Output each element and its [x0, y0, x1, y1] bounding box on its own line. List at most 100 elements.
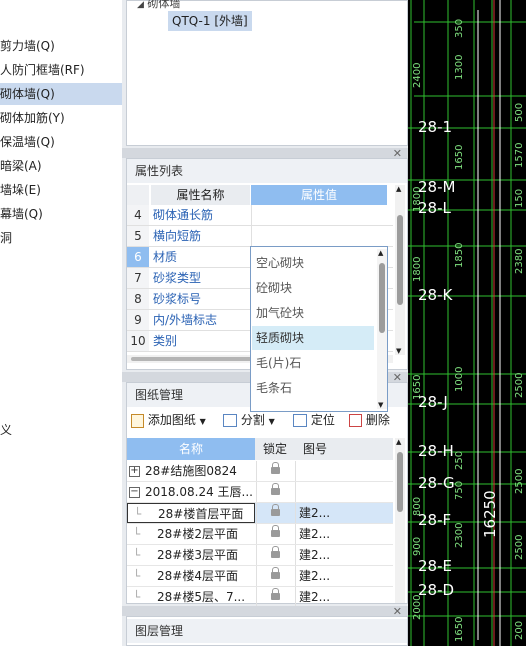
col-property-name: 属性名称 — [151, 185, 250, 205]
lock-cell[interactable] — [256, 566, 295, 586]
split-icon — [223, 414, 237, 427]
row-number: 7 — [127, 268, 149, 288]
locate-icon — [293, 414, 307, 427]
row-number: 4 — [127, 205, 149, 225]
dimension-label: 2500 — [514, 372, 525, 398]
panel-splitter[interactable]: ✕ — [122, 606, 408, 618]
vertical-scrollbar[interactable]: ▲ — [395, 438, 405, 603]
property-value[interactable] — [251, 226, 388, 246]
lock-icon[interactable] — [271, 504, 280, 516]
lock-cell[interactable] — [256, 524, 295, 544]
lock-cell[interactable] — [256, 482, 295, 502]
drawing-no — [295, 482, 339, 502]
lock-cell[interactable] — [256, 545, 295, 565]
property-row[interactable]: 4 砌体通长筋 — [127, 205, 393, 226]
scroll-thumb[interactable] — [379, 263, 385, 333]
layer-management-title: 图层管理 — [127, 619, 407, 643]
nav-item-curtain-wall[interactable]: 幕墙(Q) — [0, 203, 122, 225]
scroll-down-icon[interactable]: ▼ — [378, 401, 383, 409]
nav-item-wall-pier[interactable]: 墙垛(E) — [0, 179, 122, 201]
lock-cell[interactable] — [256, 587, 295, 607]
cad-drawing-canvas[interactable]: 350 1300 2400 1800 1650 1850 1800 1000 1… — [408, 0, 526, 646]
delete-button[interactable]: 删除 — [349, 409, 390, 431]
drawing-row[interactable]: └ 28#楼2层平面 建2... — [127, 524, 393, 545]
dimension-label: 200 — [514, 620, 525, 640]
property-name: 砌体通长筋 — [153, 208, 214, 222]
dimension-label: 2500 — [514, 534, 525, 560]
nav-item-masonry-wall[interactable]: 砌体墙(Q) — [0, 83, 122, 105]
collapse-icon[interactable]: − — [129, 487, 140, 498]
dropdown-option-highlighted[interactable]: 轻质砌块 — [252, 326, 374, 350]
drawing-row[interactable]: └ 28#楼3层平面 建2... — [127, 545, 393, 566]
drawing-group-row[interactable]: − 2018.08.24 王唇... — [127, 482, 393, 503]
lock-icon[interactable] — [271, 546, 280, 558]
property-name: 类别 — [153, 334, 178, 348]
header-num-cell — [127, 185, 149, 205]
add-drawing-button[interactable]: 添加图纸 ▼ — [131, 409, 206, 431]
lock-icon[interactable] — [271, 483, 280, 495]
locate-button[interactable]: 定位 — [293, 409, 335, 431]
nav-item-civil-defense-door-frame-wall[interactable]: 人防门框墙(RF) — [0, 59, 122, 81]
nav-item-masonry-reinforcement[interactable]: 砌体加筋(Y) — [0, 107, 122, 129]
tree-line: └ — [133, 590, 141, 604]
dropdown-option[interactable]: 空心砌块 — [252, 251, 374, 275]
drawing-name-cell: └ 28#楼2层平面 — [127, 524, 255, 544]
dropdown-scrollbar[interactable]: ▲ ▼ — [377, 249, 387, 409]
panel-splitter[interactable]: ✕ — [122, 148, 408, 160]
dropdown-option[interactable]: 加气砼块 — [252, 301, 374, 325]
scroll-thumb[interactable] — [397, 452, 403, 512]
vertical-scrollbar[interactable]: ▲ ▼ — [395, 185, 405, 355]
drawing-row-selected[interactable]: └ 28#楼首层平面 建2... — [127, 503, 393, 524]
dimension-label: 2500 — [514, 468, 525, 494]
drawing-no — [295, 461, 339, 481]
scroll-up-icon[interactable]: ▲ — [396, 438, 401, 446]
dimension-label: 500 — [514, 102, 525, 122]
property-name: 材质 — [153, 250, 178, 264]
nav-item-shear-wall[interactable]: 剪力墙(Q) — [0, 35, 122, 57]
property-value[interactable] — [251, 205, 388, 225]
axis-label: 28-H — [418, 442, 454, 460]
scroll-down-icon[interactable]: ▼ — [396, 347, 401, 355]
drawing-name-cell: └ 28#楼首层平面 — [127, 503, 255, 523]
delete-label: 删除 — [365, 413, 390, 427]
lock-cell[interactable] — [256, 461, 295, 481]
property-row[interactable]: 5 横向短筋 — [127, 226, 393, 247]
lock-icon[interactable] — [271, 567, 280, 579]
lock-icon[interactable] — [271, 588, 280, 600]
scroll-up-icon[interactable]: ▲ — [378, 249, 383, 257]
col-name: 名称 — [127, 438, 255, 460]
nav-item-misc[interactable]: 义 — [0, 419, 122, 441]
nav-item-insulation-wall[interactable]: 保温墙(Q) — [0, 131, 122, 153]
dimension-label: 1570 — [514, 142, 525, 168]
drawing-row[interactable]: └ 28#楼5层、7... 建2... — [127, 587, 393, 608]
dropdown-option[interactable]: 砼砌块 — [252, 276, 374, 300]
lock-icon[interactable] — [271, 462, 280, 474]
scroll-thumb[interactable] — [397, 215, 403, 305]
tree-parent-node[interactable]: ◢ 砌体墙 — [137, 0, 180, 11]
cad-linework — [408, 0, 526, 646]
split-label: 分割 — [240, 413, 265, 427]
dimension-label: 350 — [454, 18, 465, 38]
tree-item-qtq-1[interactable]: QTQ-1 [外墙] — [168, 11, 252, 31]
row-number: 10 — [127, 331, 149, 351]
axis-label: 28-J — [418, 393, 448, 411]
drawing-group-row[interactable]: + 28#结施图0824 — [127, 461, 393, 482]
dropdown-option[interactable]: 毛(片)石 — [252, 351, 374, 375]
nav-item-concealed-beam[interactable]: 暗梁(A) — [0, 155, 122, 177]
tree-parent-label: 砌体墙 — [147, 0, 181, 10]
row-number: 8 — [127, 289, 149, 309]
expand-icon[interactable]: + — [129, 466, 140, 477]
lock-cell[interactable] — [256, 503, 295, 523]
material-dropdown-list[interactable]: 空心砌块 砼砌块 加气砼块 轻质砌块 毛(片)石 毛条石 ▲ ▼ — [250, 246, 388, 412]
drawing-name: 28#楼2层平面 — [157, 527, 238, 541]
lock-icon[interactable] — [271, 525, 280, 537]
dropdown-option[interactable]: 毛条石 — [252, 376, 374, 400]
drawing-row[interactable]: └ 28#楼4层平面 建2... — [127, 566, 393, 587]
nav-item-opening[interactable]: 洞 — [0, 227, 122, 249]
chevron-down-icon[interactable]: ▼ — [200, 417, 206, 426]
scroll-up-icon[interactable]: ▲ — [396, 185, 401, 193]
collapse-triangle-icon[interactable]: ◢ — [137, 0, 144, 10]
chevron-down-icon[interactable]: ▼ — [269, 417, 275, 426]
split-button[interactable]: 分割 ▼ — [223, 409, 275, 431]
locate-label: 定位 — [310, 413, 335, 427]
